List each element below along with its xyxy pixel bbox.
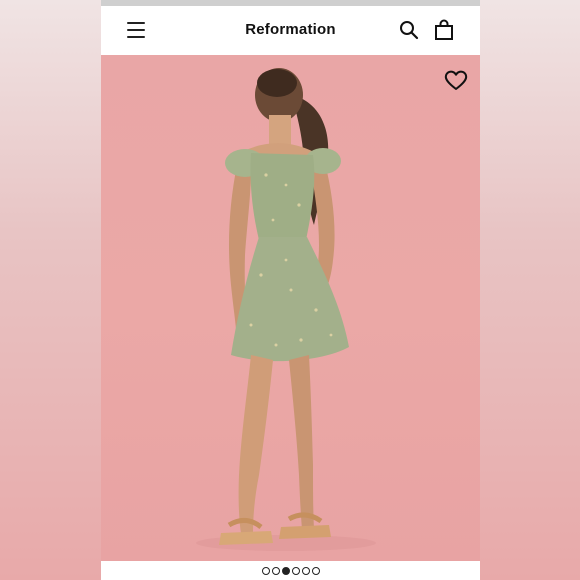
carousel-indicators [101, 561, 480, 580]
carousel-dot-active[interactable] [281, 566, 290, 575]
backdrop-left [0, 0, 101, 580]
bag-icon[interactable] [434, 19, 454, 41]
carousel-dot[interactable] [311, 566, 320, 575]
search-icon[interactable] [399, 20, 419, 40]
product-image[interactable] [101, 55, 480, 561]
carousel-dot[interactable] [291, 566, 300, 575]
heart-icon[interactable] [444, 69, 468, 91]
carousel-dot[interactable] [301, 566, 310, 575]
carousel-dot[interactable] [261, 566, 270, 575]
backdrop-right [479, 0, 580, 580]
brand-logo[interactable]: Reformation [101, 21, 480, 38]
app-screen: Reformation [101, 0, 480, 580]
model-photo [196, 68, 376, 551]
top-nav-bar: Reformation [101, 6, 480, 55]
carousel-dot[interactable] [271, 566, 280, 575]
